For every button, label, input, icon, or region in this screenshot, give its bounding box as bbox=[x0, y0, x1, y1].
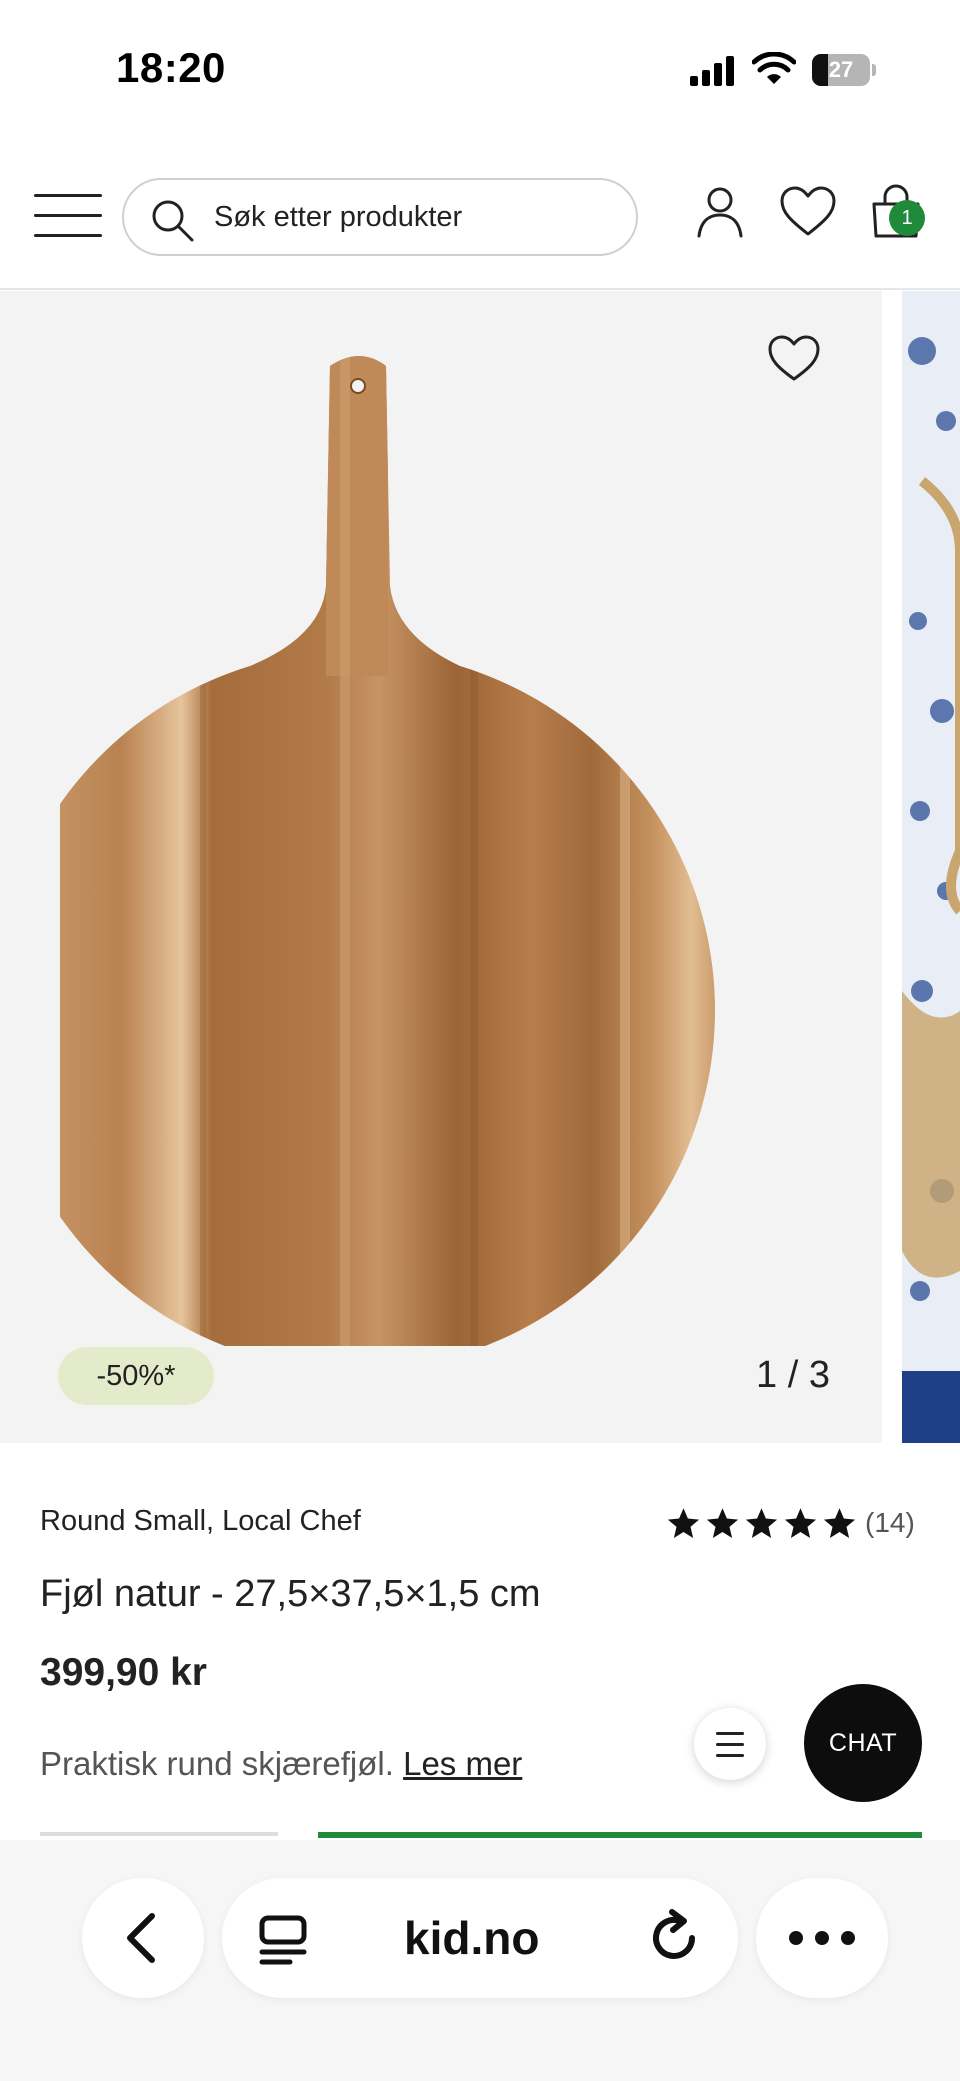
cart-count-badge: 1 bbox=[889, 200, 925, 236]
product-rating[interactable]: (14) bbox=[666, 1503, 915, 1543]
chevron-left-icon bbox=[127, 1913, 155, 1963]
product-brand[interactable]: Round Small, Local Chef bbox=[40, 1505, 361, 1538]
add-to-cart-button-edge[interactable] bbox=[318, 1832, 922, 1838]
browser-url[interactable]: kid.no bbox=[404, 1878, 539, 1998]
account-icon[interactable] bbox=[690, 182, 750, 242]
discount-badge: -50%* bbox=[58, 1347, 214, 1405]
battery-icon: 27 bbox=[812, 54, 876, 86]
cellular-signal-icon bbox=[690, 56, 734, 86]
star-icon bbox=[823, 1507, 856, 1538]
chat-button[interactable]: CHAT bbox=[804, 1684, 922, 1802]
quantity-selector-edge[interactable] bbox=[40, 1832, 278, 1836]
product-description: Praktisk rund skjærefjøl. Les mer bbox=[40, 1745, 522, 1783]
browser-back-button[interactable] bbox=[82, 1878, 204, 1998]
battery-level: 27 bbox=[828, 57, 854, 82]
status-time: 18:20 bbox=[116, 44, 226, 91]
reader-tabs-icon[interactable] bbox=[256, 1912, 310, 1966]
search-input[interactable] bbox=[214, 180, 614, 254]
review-count: (14) bbox=[865, 1507, 915, 1538]
list-menu-button[interactable] bbox=[694, 1708, 766, 1780]
hamburger-menu-button[interactable] bbox=[34, 194, 104, 238]
product-image-gallery[interactable]: -50%* 1 / 3 bbox=[0, 291, 960, 1443]
description-text: Praktisk rund skjærefjøl. bbox=[40, 1745, 394, 1782]
product-title: Fjøl natur - 27,5×37,5×1,5 cm bbox=[40, 1573, 541, 1615]
wishlist-heart-icon[interactable] bbox=[778, 182, 838, 242]
star-icon bbox=[706, 1507, 739, 1538]
next-slide-pattern-image bbox=[902, 291, 960, 1443]
search-bar[interactable] bbox=[122, 178, 638, 256]
browser-address-bar[interactable]: kid.no bbox=[222, 1878, 738, 1998]
product-price: 399,90 kr bbox=[40, 1651, 207, 1694]
more-dots-icon bbox=[789, 1931, 855, 1945]
status-bar: 18:20 27 bbox=[0, 0, 960, 140]
star-icon bbox=[784, 1507, 817, 1538]
favorite-heart-icon[interactable] bbox=[762, 327, 826, 391]
cutting-board-image bbox=[60, 356, 715, 1346]
gallery-slide-counter: 1 / 3 bbox=[756, 1354, 830, 1396]
gallery-slide-current[interactable]: -50%* 1 / 3 bbox=[0, 291, 882, 1443]
product-info: Round Small, Local Chef (14) Fjøl natur … bbox=[0, 1443, 960, 1843]
star-icon bbox=[745, 1507, 778, 1538]
read-more-link[interactable]: Les mer bbox=[403, 1745, 522, 1782]
gallery-slide-next-preview[interactable] bbox=[902, 291, 960, 1443]
browser-more-button[interactable] bbox=[756, 1878, 888, 1998]
star-icon bbox=[667, 1507, 700, 1538]
site-header: 1 bbox=[0, 140, 960, 290]
browser-toolbar: kid.no bbox=[0, 1840, 960, 2081]
wifi-icon bbox=[752, 52, 796, 84]
search-icon bbox=[152, 200, 194, 242]
reload-icon[interactable] bbox=[646, 1908, 704, 1968]
